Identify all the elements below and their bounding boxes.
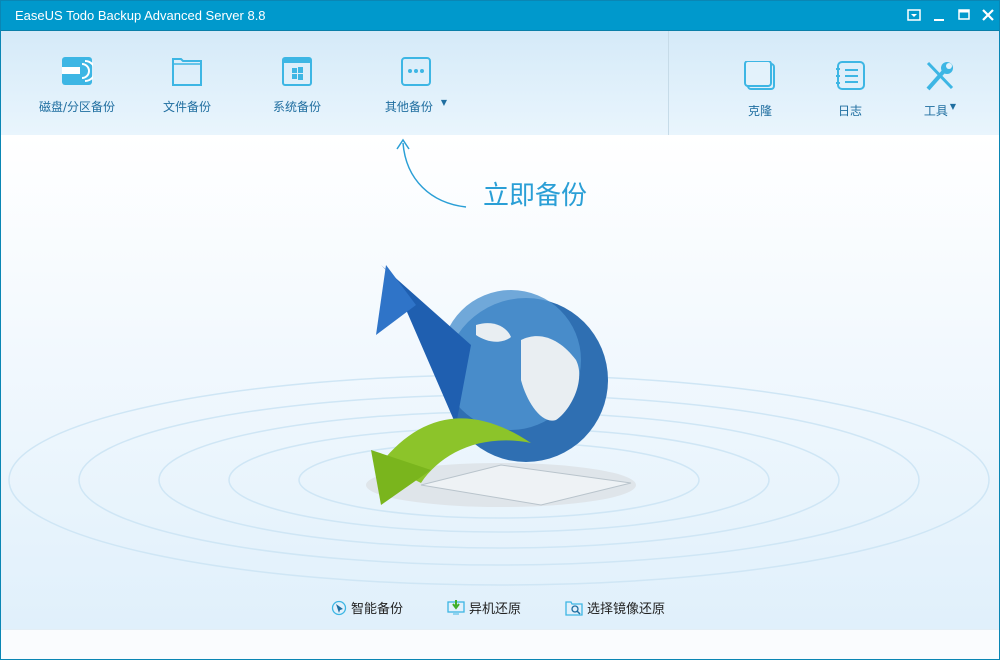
toolbar: 磁盘/分区备份 文件备份 系统备份 其他备份 ▼ 克隆 日志 工具 ▼ (1, 31, 999, 135)
tools-label: 工具 (923, 104, 948, 118)
smart-backup-label: 智能备份 (351, 602, 404, 617)
maximize-icon[interactable] (955, 6, 973, 24)
dissimilar-restore-label: 异机还原 (469, 602, 522, 617)
toolbar-divider (668, 31, 669, 135)
clone-icon (744, 60, 775, 90)
select-image-restore-label: 选择镜像还原 (587, 602, 666, 617)
system-backup-label: 系统备份 (272, 100, 321, 114)
file-backup-button[interactable]: 文件备份 (156, 57, 218, 115)
disk-partition-backup-label: 磁盘/分区备份 (38, 100, 116, 114)
minimize-icon[interactable] (930, 6, 948, 24)
other-backup-button[interactable]: 其他备份 ▼ (376, 57, 456, 115)
smart-backup-icon (331, 600, 347, 615)
folder-icon (172, 58, 202, 86)
dropdown-caret-icon: ▼ (949, 102, 957, 111)
status-bar (1, 629, 999, 659)
dissimilar-restore-link[interactable]: 异机还原 (447, 598, 521, 617)
menu-dropdown-icon[interactable] (905, 6, 923, 24)
log-label: 日志 (837, 104, 862, 118)
tools-icon (926, 61, 954, 91)
more-icon (401, 57, 431, 86)
clone-label: 克隆 (747, 104, 772, 118)
file-backup-label: 文件备份 (162, 100, 211, 114)
image-search-icon (565, 600, 583, 616)
backup-globe-illustration (8, 265, 990, 586)
disk-icon (62, 57, 96, 85)
dropdown-caret-icon: ▼ (440, 98, 448, 107)
clone-button[interactable]: 克隆 (736, 60, 784, 119)
tools-button[interactable]: 工具 ▼ (916, 61, 964, 119)
title-bar: EaseUS Todo Backup Advanced Server 8.8 (0, 0, 1000, 31)
close-icon[interactable] (979, 6, 997, 24)
log-button[interactable]: 日志 (826, 61, 874, 119)
curved-arrow-icon (396, 138, 467, 208)
disk-partition-backup-button[interactable]: 磁盘/分区备份 (37, 57, 117, 115)
restore-icon (447, 599, 465, 614)
smart-backup-link[interactable]: 智能备份 (331, 598, 403, 617)
select-image-restore-link[interactable]: 选择镜像还原 (565, 598, 665, 617)
windows-icon (282, 57, 312, 86)
log-icon (836, 61, 865, 90)
other-backup-label: 其他备份 (384, 100, 433, 114)
backup-now-hint[interactable]: 立即备份 (483, 175, 587, 212)
main-area: 立即备份 智能备份 异机还原 选择镜像还原 (1, 135, 999, 629)
system-backup-button[interactable]: 系统备份 (266, 57, 328, 115)
window-title: EaseUS Todo Backup Advanced Server 8.8 (15, 8, 266, 23)
